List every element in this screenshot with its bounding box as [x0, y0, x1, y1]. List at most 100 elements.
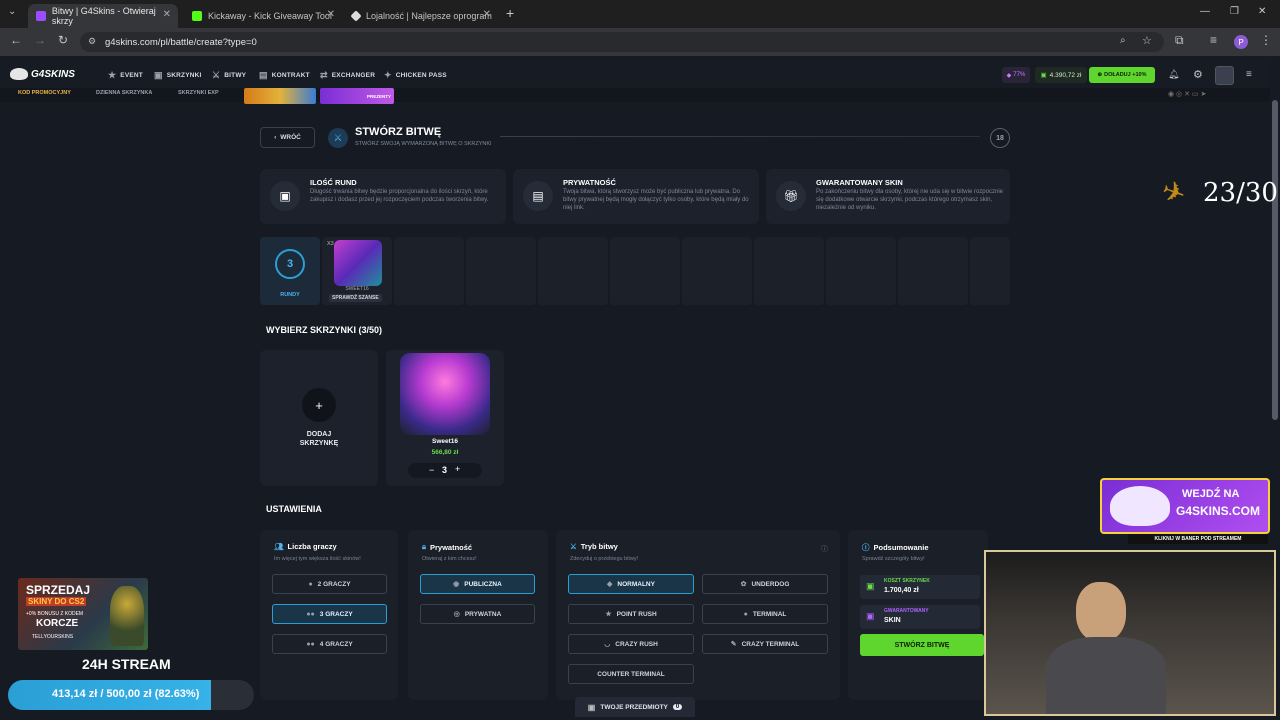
public-button[interactable]: ◉ PUBLICZNA	[420, 574, 535, 594]
age-18-badge: 18	[990, 128, 1010, 148]
users-icon: ●●	[306, 640, 315, 648]
increase-button[interactable]: +	[455, 464, 460, 474]
event-banner[interactable]	[244, 88, 316, 104]
add-case-card[interactable]: + DODAJ SKRZYNKĘ	[260, 350, 378, 486]
exp-cases-link[interactable]: SKRZYNKI EXP	[178, 90, 219, 96]
help-icon[interactable]: ⓘ	[821, 544, 828, 554]
topup-button[interactable]: ⊕ DOŁADUJ +10%	[1089, 67, 1155, 83]
mode-card: ⚔ Tryb bitwy Zdecyduj o przebiegu bitwy! …	[556, 530, 840, 700]
tab-search-icon[interactable]: ⌄	[8, 6, 16, 17]
plus-icon: +	[302, 388, 336, 422]
empty-slot	[466, 237, 536, 305]
mode-normal-button[interactable]: ◆ NORMALNY	[568, 574, 694, 594]
terminal-icon: ●	[743, 610, 748, 618]
summary-card: ⓘ Podsumowanie Sprawdź szczegóły bitwy! ▣…	[848, 530, 988, 700]
address-bar[interactable]: ⚙ g4skins.com/pl/battle/create?type=0 ⌕ …	[80, 32, 1164, 52]
players-card: 👥︎ Liczba graczy Im więcej tym większa il…	[260, 530, 398, 700]
players-3-button[interactable]: ●● 3 GRACZY	[272, 604, 387, 624]
case-multiplier: X3	[327, 241, 334, 247]
players-2-button[interactable]: ● 2 GRACZY	[272, 574, 387, 594]
plus-icon: ⊕	[1097, 72, 1103, 78]
hamburger-icon[interactable]: ≡	[1246, 69, 1252, 80]
g4skins-favicon	[36, 11, 46, 21]
page-title: STWÓRZ BITWĘ	[355, 126, 442, 138]
social-icons[interactable]: ◉ ◎ ✕ ▭ ➤	[1168, 90, 1206, 98]
case-card-sweet16[interactable]: Sweet16 566,80 zł − 3 +	[386, 350, 504, 486]
your-items-bar[interactable]: ▣ TWOJE PRZEDMIOTY 0	[575, 697, 695, 717]
mode-underdog-button[interactable]: ✿ UNDERDOG	[702, 574, 828, 594]
mode-terminal-button[interactable]: ● TERMINAL	[702, 604, 828, 624]
gifts-banner[interactable]: PREZENTY	[320, 88, 394, 104]
profile-avatar[interactable]: P	[1234, 35, 1248, 49]
nav-exchanger[interactable]: ⇄ EXCHANGER	[320, 70, 375, 81]
daily-case-link[interactable]: DZIENNA SKRZYNKA	[96, 90, 152, 96]
mode-counter-terminal-button[interactable]: COUNTER TERMINAL	[568, 664, 694, 684]
case-name: Sweet16	[431, 438, 459, 445]
site-info-icon[interactable]: ⚙	[88, 36, 96, 47]
forward-arrow-icon[interactable]: →	[34, 33, 46, 47]
players-4-button[interactable]: ●● 4 GRACZY	[272, 634, 387, 654]
promo-code-link[interactable]: KOD PROMOCYJNY	[18, 90, 71, 96]
browser-menu-icon[interactable]: ⋮	[1260, 33, 1272, 47]
paw-icon: ✿	[740, 581, 747, 588]
site-logo[interactable]: G4SKINS	[10, 68, 75, 80]
guaranteed-box: ▣ GWARANTOWANY SKIN	[860, 605, 980, 629]
round-case-slot[interactable]: X3 SWEET16 SPRAWDŹ SZANSE	[322, 237, 392, 305]
nav-bitwy[interactable]: ⚔ BITWY	[212, 70, 246, 81]
nav-event[interactable]: ★ EVENT	[108, 70, 143, 81]
bookmark-star-icon[interactable]: ☆	[1142, 34, 1152, 47]
new-tab-button[interactable]: +	[506, 5, 514, 21]
star-icon: ★	[108, 70, 117, 80]
nav-chicken-pass[interactable]: ✦ CHICKEN PASS	[384, 70, 447, 81]
window-close-icon[interactable]: ✕	[1258, 6, 1266, 17]
close-icon[interactable]: ✕	[327, 9, 335, 20]
info-card-guaranteed: 🎁︎ GWARANTOWANY SKIN Po zakończeniu bitw…	[766, 169, 1010, 224]
empty-slot	[394, 237, 464, 305]
user-avatar[interactable]	[1215, 66, 1234, 85]
tab-label: Lojalność | Najlepsze oprogram	[366, 11, 492, 21]
tab-g4skins[interactable]: Bitwy | G4Skins - Otwieraj skrzy ✕	[28, 4, 178, 28]
level-badge[interactable]: ◆ 77%	[1002, 67, 1030, 83]
nav-skrzynki[interactable]: ▣ SKRZYNKI	[154, 70, 202, 81]
reload-icon[interactable]: ↻	[58, 33, 68, 47]
promo-sell-skins: SPRZEDAJ SKINY DO CS2 +0% BONUSU Z KODEM…	[18, 578, 148, 650]
extensions-icon[interactable]: ⧉	[1175, 33, 1184, 48]
maximize-icon[interactable]: ❐	[1230, 6, 1239, 17]
nav-kontrakt[interactable]: ▤ KONTRAKT	[259, 70, 310, 81]
users-icon: ●●	[306, 610, 315, 618]
wallet-icon: ▣	[1040, 72, 1047, 79]
rounds-counter: 3 RUNDY	[260, 237, 320, 305]
empty-slot	[610, 237, 680, 305]
tab-lojalnosc[interactable]: Lojalność | Najlepsze oprogram ✕	[344, 4, 498, 28]
settings-header: USTAWIENIA	[266, 504, 322, 514]
add-case-label: DODAJ SKRZYNKĘ	[299, 431, 339, 447]
close-icon[interactable]: ✕	[483, 9, 491, 20]
scrollbar[interactable]	[1272, 100, 1278, 420]
tab-kickaway[interactable]: Kickaway - Kick Giveaway Tool ✕	[184, 4, 342, 28]
balance[interactable]: ▣ 4.390,72 zł	[1035, 67, 1087, 83]
cases-header: WYBIERZ SKRZYNKI (3/50)	[266, 325, 383, 335]
back-button[interactable]: ‹ WRÓĆ	[260, 127, 315, 148]
drop-counter: 23/30	[1203, 178, 1278, 208]
case-name: SWEET16	[345, 286, 369, 292]
check-odds-button[interactable]: SPRAWDŹ SZANSE	[329, 294, 382, 302]
gear-icon[interactable]: ⚙	[1193, 68, 1203, 81]
chest-icon: ▣	[270, 181, 300, 211]
browser-tab-bar: ⌄ Bitwy | G4Skins - Otwieraj skrzy ✕ Kic…	[0, 0, 1280, 28]
bell-icon[interactable]: 🔔︎	[1168, 69, 1179, 80]
decrease-button[interactable]: −	[429, 465, 434, 475]
create-battle-button[interactable]: STWÓRZ BITWĘ	[860, 634, 984, 656]
media-icon[interactable]: ≡	[1210, 33, 1217, 47]
mode-crazy-rush-button[interactable]: ◡ CRAZY RUSH	[568, 634, 694, 654]
close-icon[interactable]: ✕	[163, 9, 171, 20]
normal-mode-icon: ◆	[607, 581, 613, 588]
minimize-icon[interactable]: —	[1200, 6, 1210, 17]
zoom-icon[interactable]: ⌕	[1120, 35, 1126, 46]
empty-slot	[898, 237, 968, 305]
backpack-icon: ▣	[587, 702, 596, 712]
mode-point-rush-button[interactable]: ★ POINT RUSH	[568, 604, 694, 624]
donation-goal: 413,14 zł / 500,00 zł (82.63%)	[8, 680, 254, 710]
private-button[interactable]: ◎ PRYWATNA	[420, 604, 535, 624]
back-arrow-icon[interactable]: ←	[10, 33, 22, 47]
mode-crazy-terminal-button[interactable]: ✎ CRAZY TERMINAL	[702, 634, 828, 654]
